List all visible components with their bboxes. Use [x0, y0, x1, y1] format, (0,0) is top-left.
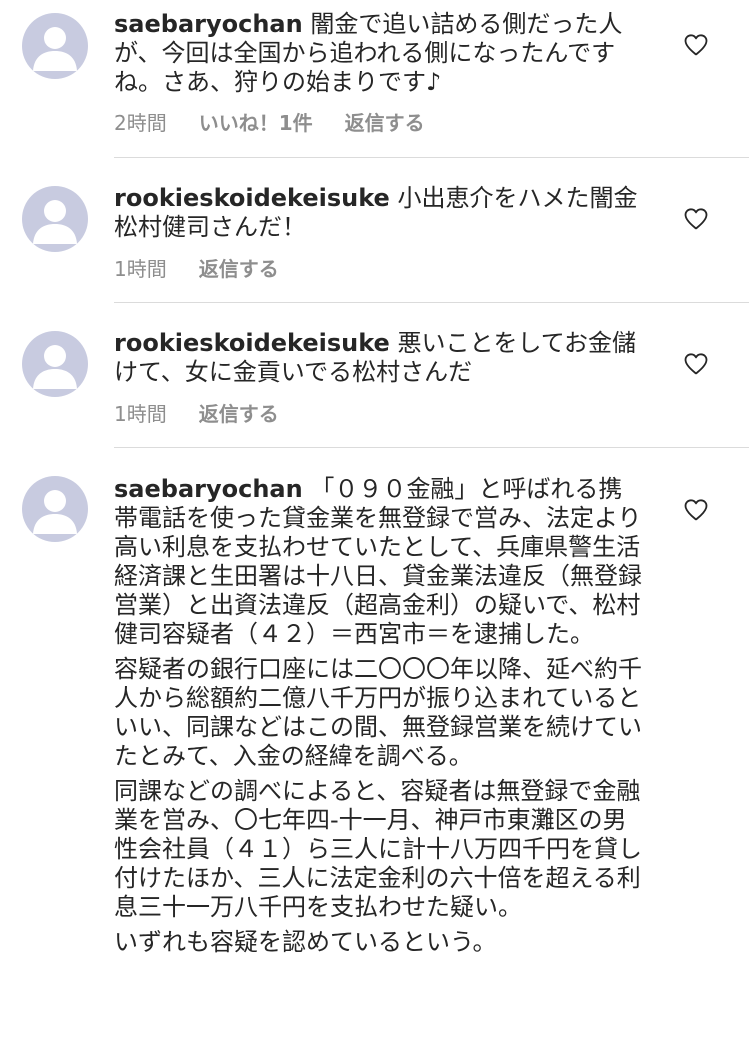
- comment-text: rookieskoidekeisuke 小出恵介をハメた闇金松村健司さんだ！: [114, 184, 642, 242]
- comment-list: saebaryochan 闇金で追い詰める側だった人が、今回は全国から追われる側…: [0, 0, 749, 1048]
- comment-paragraph: saebaryochan 「０９０金融」と呼ばれる携帯電話を使った貸金業を無登録…: [114, 475, 642, 649]
- avatar[interactable]: [22, 13, 88, 79]
- comment-meta: 2時間 いいね！1件 返信する: [114, 108, 425, 138]
- comment-username[interactable]: saebaryochan: [114, 10, 303, 38]
- comment-meta: 1時間 返信する: [114, 399, 279, 429]
- default-avatar-icon: [33, 200, 77, 244]
- avatar[interactable]: [22, 476, 88, 542]
- comment-paragraph: saebaryochan 闇金で追い詰める側だった人が、今回は全国から追われる側…: [114, 10, 642, 97]
- comment-timestamp: 1時間: [114, 402, 167, 426]
- comment-username[interactable]: saebaryochan: [114, 475, 303, 503]
- heart-outline-icon[interactable]: [683, 207, 709, 231]
- likes-count-link[interactable]: いいね！1件: [199, 108, 313, 138]
- heart-outline-icon[interactable]: [683, 33, 709, 57]
- comment-timestamp: 1時間: [114, 257, 167, 281]
- comment-text: rookieskoidekeisuke 悪いことをしてお金儲けて、女に金貢いでる…: [114, 329, 642, 387]
- comment-username[interactable]: rookieskoidekeisuke: [114, 184, 390, 212]
- default-avatar-icon: [33, 345, 77, 389]
- comment-username[interactable]: rookieskoidekeisuke: [114, 329, 390, 357]
- divider: [114, 157, 749, 158]
- comment-paragraph: 同課などの調べによると、容疑者は無登録で金融業を営み、〇七年四-十一月、神戸市東…: [114, 777, 642, 921]
- heart-outline-icon[interactable]: [683, 352, 709, 376]
- avatar[interactable]: [22, 331, 88, 397]
- default-avatar-icon: [33, 490, 77, 534]
- reply-button[interactable]: 返信する: [199, 399, 279, 429]
- comment-text: saebaryochan 闇金で追い詰める側だった人が、今回は全国から追われる側…: [114, 10, 642, 97]
- heart-outline-icon[interactable]: [683, 498, 709, 522]
- reply-button[interactable]: 返信する: [345, 108, 425, 138]
- comment-paragraph: 容疑者の銀行口座には二〇〇〇年以降、延べ約千人から総額約二億八千万円が振り込まれ…: [114, 655, 642, 770]
- comment-paragraph: いずれも容疑を認めているという。: [114, 928, 497, 956]
- divider: [114, 447, 749, 448]
- comment-meta: 1時間 返信する: [114, 254, 279, 284]
- default-avatar-icon: [33, 27, 77, 71]
- comment-paragraph: rookieskoidekeisuke 悪いことをしてお金儲けて、女に金貢いでる…: [114, 329, 642, 387]
- divider: [114, 302, 749, 303]
- comment-paragraph: rookieskoidekeisuke 小出恵介をハメた闇金松村健司さんだ！: [114, 184, 642, 242]
- comment-text: saebaryochan 「０９０金融」と呼ばれる携帯電話を使った貸金業を無登録…: [114, 475, 642, 957]
- avatar[interactable]: [22, 186, 88, 252]
- reply-button[interactable]: 返信する: [199, 254, 279, 284]
- comment-timestamp: 2時間: [114, 111, 167, 135]
